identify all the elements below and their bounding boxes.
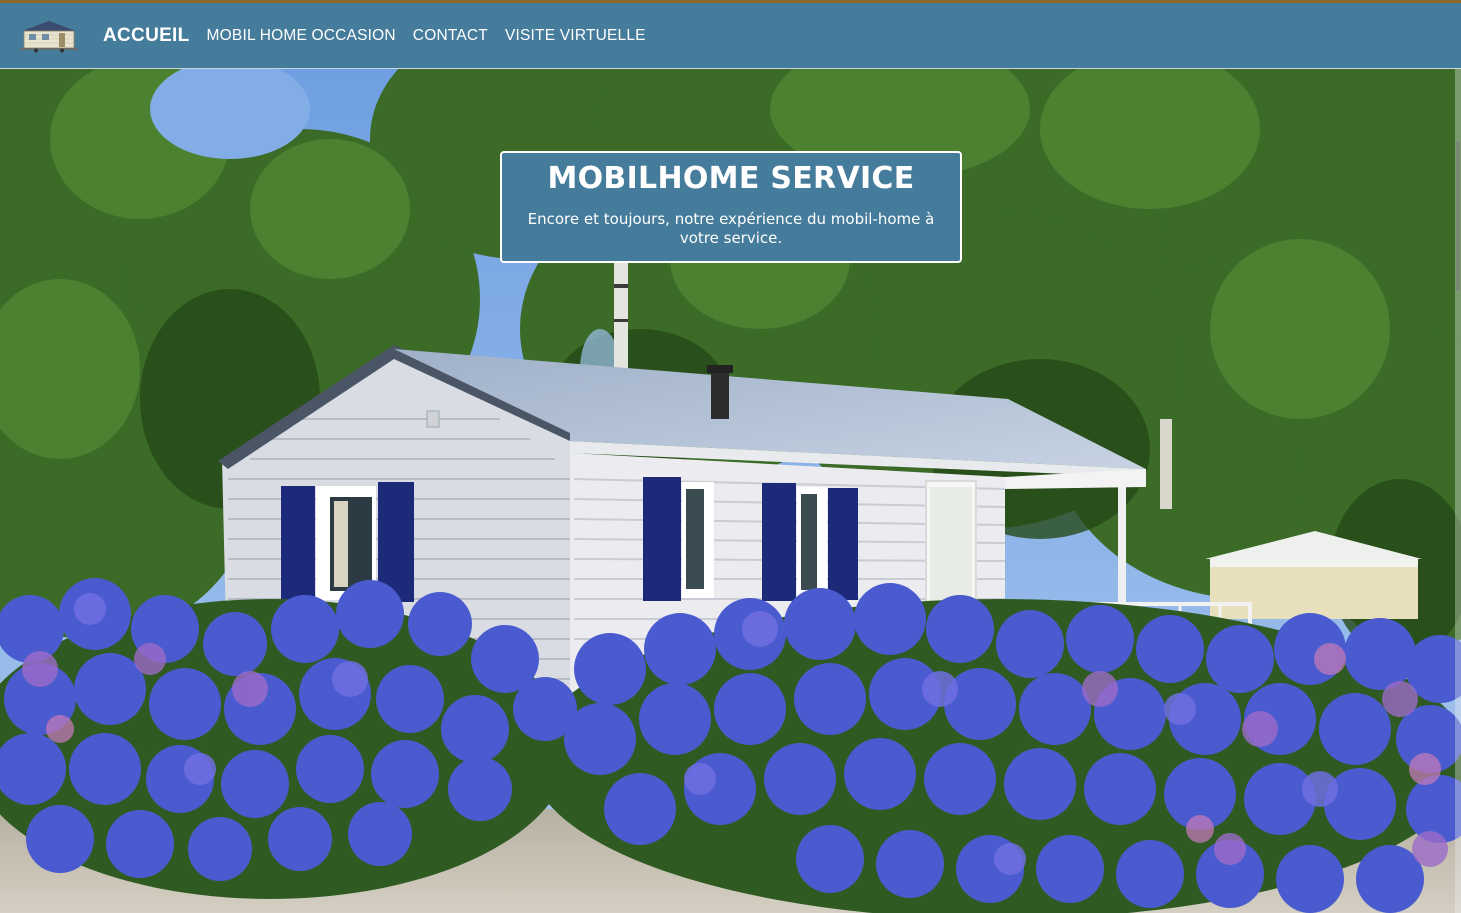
page: ACCUEIL MOBIL HOME OCCASION CONTACT VISI… — [0, 0, 1461, 913]
page-scrollbar[interactable] — [1455, 69, 1461, 913]
scrollbar-thumb[interactable] — [1456, 141, 1460, 291]
banner-subtitle: Encore et toujours, notre expérience du … — [527, 210, 935, 247]
banner-title: MOBILHOME SERVICE — [547, 161, 915, 196]
navbar: ACCUEIL MOBIL HOME OCCASION CONTACT VISI… — [0, 3, 1461, 69]
nav-link-mobil-home-occasion[interactable]: MOBIL HOME OCCASION — [207, 27, 396, 45]
nav-link-contact[interactable]: CONTACT — [413, 27, 488, 45]
nav-link-visite-virtuelle[interactable]: VISITE VIRTUELLE — [505, 27, 646, 45]
hero-banner: MOBILHOME SERVICE Encore et toujours, no… — [500, 151, 962, 263]
mobile-home-logo-icon[interactable] — [18, 19, 80, 53]
nav-home-link[interactable]: ACCUEIL — [103, 25, 190, 47]
